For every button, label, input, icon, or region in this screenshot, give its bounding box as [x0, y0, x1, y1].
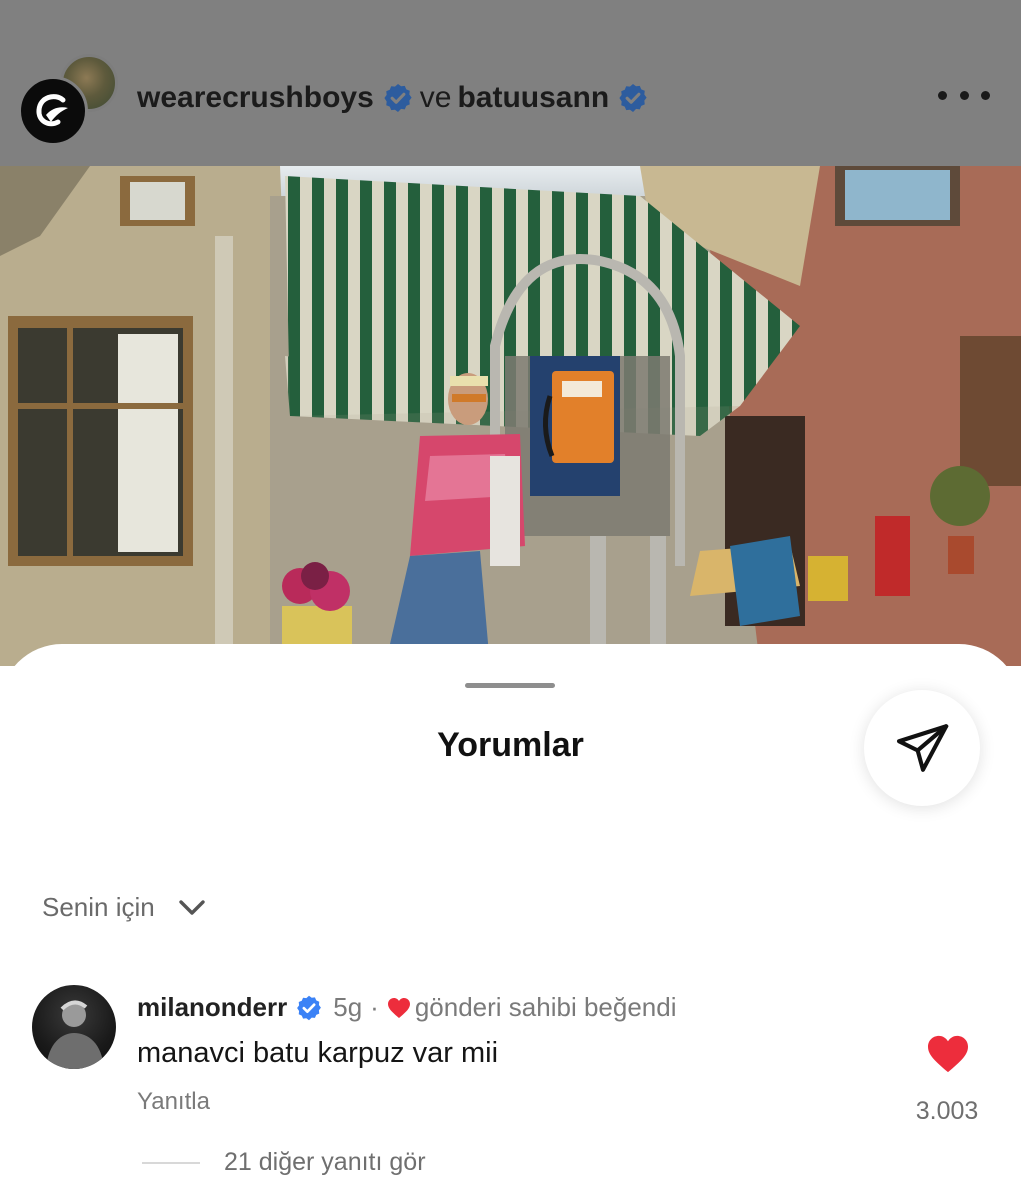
post-header: wearecrushboys ve batuusann: [0, 0, 1021, 166]
collab-avatars[interactable]: [18, 54, 118, 146]
comment-like-count: 3.003: [915, 1097, 979, 1125]
author-primary[interactable]: wearecrushboys: [137, 81, 374, 115]
comment-meta: milanonderr 5g · gönderi sahibi beğendi: [137, 992, 677, 1023]
comment-avatar[interactable]: [32, 985, 116, 1069]
authors-conjunction: ve: [419, 81, 452, 114]
heart-icon: [387, 997, 410, 1018]
author-secondary[interactable]: batuusann: [457, 81, 609, 115]
meta-separator: ·: [370, 992, 379, 1022]
more-replies-label: 21 diğer yanıtı gör: [224, 1148, 426, 1176]
sheet-drag-handle[interactable]: [465, 683, 555, 688]
crushboys-logo-icon: [36, 94, 68, 127]
chevron-down-icon: [179, 899, 205, 915]
comment-time: 5g: [333, 992, 363, 1022]
replies-divider: [142, 1161, 200, 1164]
share-button[interactable]: [864, 690, 980, 806]
verified-badge-icon: [619, 84, 647, 112]
sort-dropdown[interactable]: Senin için: [42, 892, 207, 923]
comment-username[interactable]: milanonderr: [137, 992, 287, 1023]
heart-icon[interactable]: [926, 1034, 970, 1074]
post-authors: wearecrushboys ve batuusann: [137, 76, 649, 120]
avatar-wearecrushboys[interactable]: [18, 76, 88, 146]
verified-badge-icon: [384, 84, 412, 112]
comments-sheet: Yorumlar Senin için milanonderr 5g · gön…: [0, 644, 1021, 1204]
view-more-replies[interactable]: 21 diğer yanıtı gör: [142, 1148, 426, 1177]
verified-badge-icon: [297, 995, 322, 1020]
send-icon: [896, 724, 949, 772]
post-photo[interactable]: [0, 166, 1021, 666]
sort-label: Senin için: [42, 892, 155, 922]
more-options-icon[interactable]: [938, 80, 990, 110]
comment-item: milanonderr 5g · gönderi sahibi beğendi …: [0, 982, 1021, 1182]
liked-by-author-label: gönderi sahibi beğendi: [414, 992, 677, 1022]
reply-button[interactable]: Yanıtla: [137, 1088, 210, 1116]
comment-text: manavci batu karpuz var mii: [137, 1037, 499, 1069]
post-photo-illustration: [0, 166, 1021, 666]
avatar-photo-icon: [46, 1000, 104, 1069]
